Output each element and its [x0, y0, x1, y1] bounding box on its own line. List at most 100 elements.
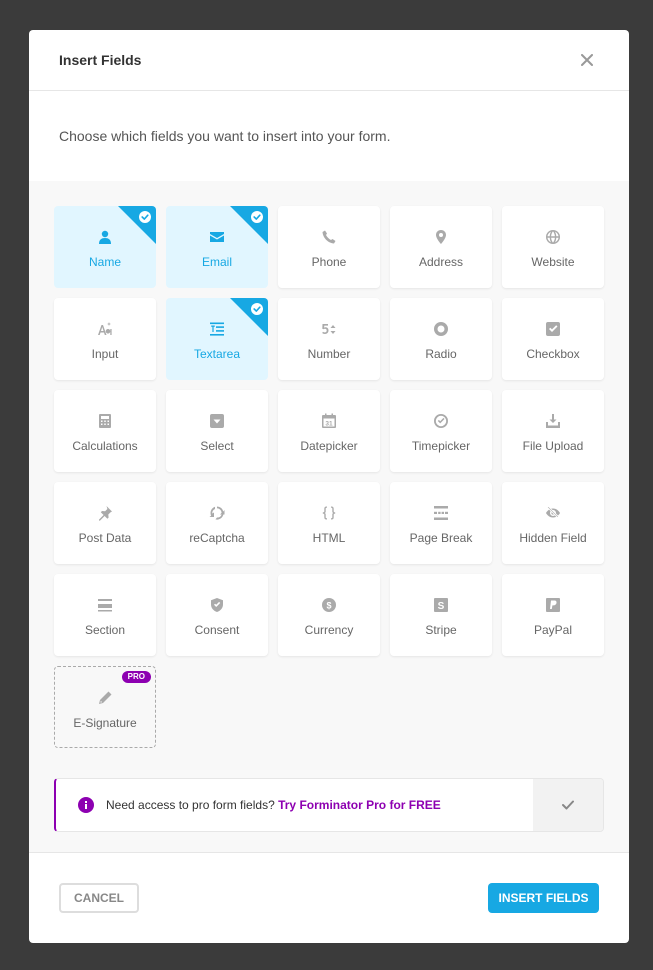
field-grid: Name Email Phone Address Website Input Textare…: [54, 206, 604, 748]
field-tile-checkbox[interactable]: Checkbox: [502, 298, 604, 380]
field-tile-label: Section: [84, 623, 126, 637]
insert-fields-button[interactable]: INSERT FIELDS: [488, 883, 599, 913]
field-tile-label: Address: [418, 255, 464, 269]
textarea-icon: [208, 320, 226, 338]
field-tile-page-break[interactable]: Page Break: [390, 482, 492, 564]
field-tile-html[interactable]: HTML: [278, 482, 380, 564]
pro-badge: PRO: [121, 671, 151, 683]
stripe-icon: S: [432, 596, 450, 614]
field-tile-section[interactable]: Section: [54, 574, 156, 656]
field-tile-label: HTML: [312, 531, 346, 545]
field-tile-label: Email: [201, 255, 232, 269]
modal-header: Insert Fields: [29, 30, 629, 91]
notice-message: Need access to pro form fields? Try Form…: [106, 798, 533, 812]
modal-footer: CANCEL INSERT FIELDS: [29, 852, 629, 943]
field-tile-select[interactable]: Select: [166, 390, 268, 472]
text-input-icon: [96, 320, 114, 338]
field-tile-label: Name: [88, 255, 121, 269]
field-tile-label: Page Break: [409, 531, 473, 545]
field-tile-label: Textarea: [193, 347, 241, 361]
info-icon: [78, 797, 94, 813]
section-icon: [96, 596, 114, 614]
globe-icon: [544, 228, 562, 246]
selected-check-icon: [118, 206, 156, 244]
field-tile-name[interactable]: Name: [54, 206, 156, 288]
field-tile-address[interactable]: Address: [390, 206, 492, 288]
dismiss-notice-button[interactable]: [533, 779, 603, 831]
field-tile-number[interactable]: Number: [278, 298, 380, 380]
field-tile-label: reCaptcha: [189, 531, 245, 545]
field-tile-textarea[interactable]: Textarea: [166, 298, 268, 380]
modal-title: Insert Fields: [59, 52, 142, 68]
notice-text: Need access to pro form fields?: [106, 798, 275, 812]
field-tile-label: Post Data: [78, 531, 132, 545]
modal-description: Choose which fields you want to insert i…: [59, 127, 391, 144]
field-tile-label: Calculations: [72, 439, 138, 453]
field-tile-paypal[interactable]: PayPal: [502, 574, 604, 656]
check-icon: [562, 800, 574, 810]
field-tile-label: File Upload: [522, 439, 584, 453]
svg-text:S: S: [438, 601, 445, 612]
page-break-icon: [432, 504, 450, 522]
field-tile-datepicker[interactable]: 31 Datepicker: [278, 390, 380, 472]
field-tile-label: Hidden Field: [519, 531, 587, 545]
pin-icon: [96, 504, 114, 522]
try-pro-link[interactable]: Try Forminator Pro for FREE: [278, 798, 441, 812]
field-tile-label: Consent: [194, 623, 240, 637]
number-icon: [320, 320, 338, 338]
field-tile-stripe[interactable]: S Stripe: [390, 574, 492, 656]
field-tile-label: Select: [200, 439, 234, 453]
field-tile-website[interactable]: Website: [502, 206, 604, 288]
currency-icon: $: [320, 596, 338, 614]
close-icon: [581, 54, 593, 66]
select-icon: [208, 412, 226, 430]
recaptcha-icon: [208, 504, 226, 522]
field-tile-input[interactable]: Input: [54, 298, 156, 380]
field-tile-file-upload[interactable]: File Upload: [502, 390, 604, 472]
calendar-icon: 31: [320, 412, 338, 430]
map-pin-icon: [432, 228, 450, 246]
field-tile-label: PayPal: [533, 623, 573, 637]
user-icon: [96, 228, 114, 246]
shield-check-icon: [208, 596, 226, 614]
field-tile-currency[interactable]: $ Currency: [278, 574, 380, 656]
field-tile-calculations[interactable]: Calculations: [54, 390, 156, 472]
upload-icon: [544, 412, 562, 430]
insert-fields-modal: Insert Fields Choose which fields you wa…: [29, 30, 629, 943]
pro-notice: Need access to pro form fields? Try Form…: [54, 778, 604, 832]
envelope-icon: [208, 228, 226, 246]
field-tile-label: Checkbox: [526, 347, 580, 361]
field-tile-label: Phone: [311, 255, 347, 269]
paypal-icon: [544, 596, 562, 614]
clock-icon: [432, 412, 450, 430]
field-tile-e-signature[interactable]: E-Signature PRO: [54, 666, 156, 748]
radio-icon: [432, 320, 450, 338]
eye-off-icon: [544, 504, 562, 522]
field-tile-label: Input: [91, 347, 119, 361]
phone-icon: [320, 228, 338, 246]
field-tile-label: Datepicker: [300, 439, 358, 453]
field-tile-timepicker[interactable]: Timepicker: [390, 390, 492, 472]
fields-area: Name Email Phone Address Website Input Textare…: [29, 181, 629, 853]
field-tile-label: Currency: [304, 623, 354, 637]
field-tile-phone[interactable]: Phone: [278, 206, 380, 288]
calculator-icon: [96, 412, 114, 430]
field-tile-label: Stripe: [425, 623, 457, 637]
field-tile-label: Timepicker: [411, 439, 471, 453]
field-tile-recaptcha[interactable]: reCaptcha: [166, 482, 268, 564]
pen-icon: [96, 689, 114, 707]
field-tile-label: Radio: [425, 347, 457, 361]
code-braces-icon: [320, 504, 338, 522]
close-button[interactable]: [575, 48, 599, 72]
field-tile-post-data[interactable]: Post Data: [54, 482, 156, 564]
cancel-button[interactable]: CANCEL: [59, 883, 139, 913]
field-tile-email[interactable]: Email: [166, 206, 268, 288]
field-tile-label: E-Signature: [73, 716, 137, 730]
field-tile-hidden-field[interactable]: Hidden Field: [502, 482, 604, 564]
field-tile-label: Website: [531, 255, 575, 269]
svg-text:31: 31: [325, 421, 333, 428]
field-tile-label: Number: [307, 347, 351, 361]
field-tile-radio[interactable]: Radio: [390, 298, 492, 380]
selected-check-icon: [230, 206, 268, 244]
field-tile-consent[interactable]: Consent: [166, 574, 268, 656]
